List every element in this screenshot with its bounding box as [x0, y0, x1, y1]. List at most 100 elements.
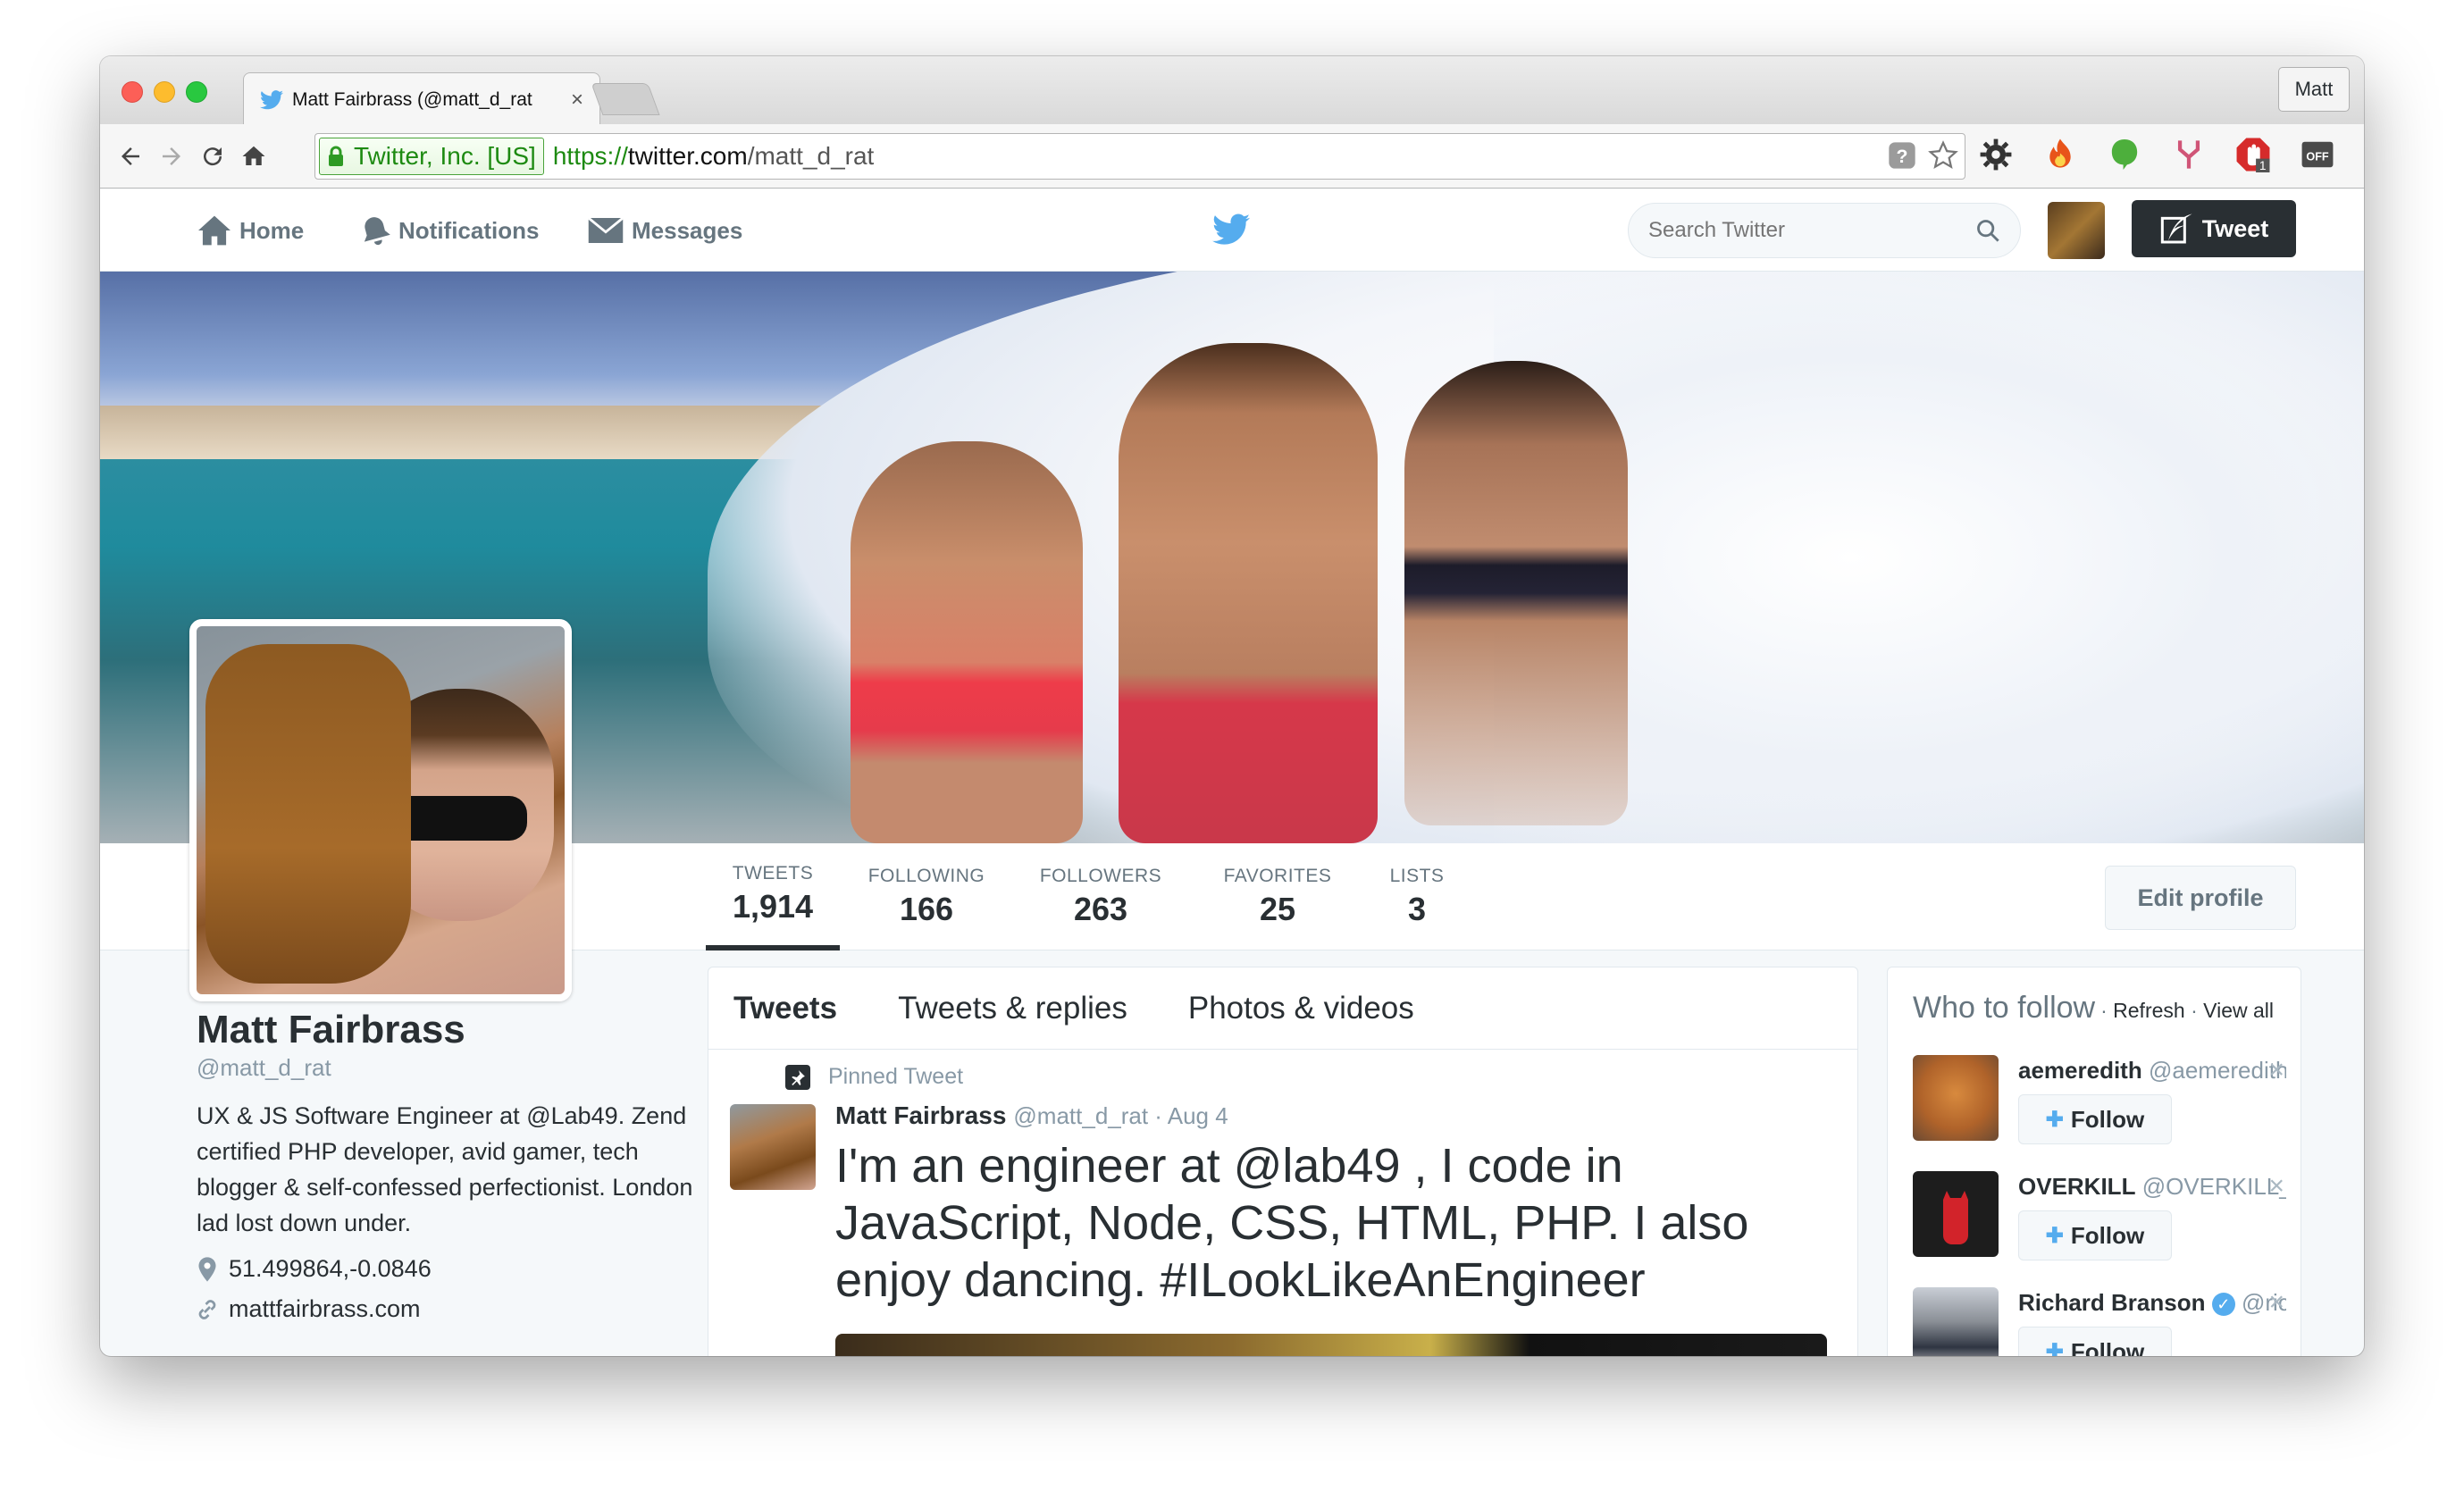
bio-mention-link[interactable]: @Lab49: [526, 1102, 618, 1129]
suggestion-avatar[interactable]: [1913, 1055, 1999, 1141]
nav-notifications[interactable]: Notifications: [359, 189, 539, 272]
banner-shoreline: [100, 406, 833, 459]
pin-icon: [785, 1064, 810, 1090]
suggestion-name-line[interactable]: aemeredith @aemeredith: [2018, 1057, 2286, 1084]
suggestion-name-line[interactable]: OVERKILL @OVERKILL_TM: [2018, 1173, 2286, 1201]
follow-person-icon: ✚: [2045, 1339, 2064, 1357]
suggestion-item: OVERKILL @OVERKILL_TM × ✚Follow: [1913, 1171, 2288, 1278]
stat-favorites[interactable]: FAVORITES 25: [1208, 843, 1347, 950]
evernote-extension-icon[interactable]: [2105, 135, 2144, 174]
twitter-logo-icon[interactable]: [1212, 213, 1250, 247]
stat-label: TWEETS: [732, 863, 814, 883]
pinned-tweet-label: Pinned Tweet: [785, 1064, 963, 1090]
suggestion-avatar[interactable]: [1913, 1287, 1999, 1356]
stat-tweets[interactable]: TWEETS 1,914: [706, 843, 840, 950]
edit-profile-button[interactable]: Edit profile: [2105, 866, 2296, 930]
location-pin-icon: [198, 1256, 216, 1282]
suggestion-name: OVERKILL: [2018, 1173, 2136, 1200]
url-text[interactable]: https://twitter.com/matt_d_rat: [553, 142, 875, 171]
stat-followers[interactable]: FOLLOWERS 263: [1029, 843, 1172, 950]
tab-tweets-and-replies[interactable]: Tweets & replies: [898, 991, 1127, 1026]
search-box[interactable]: [1628, 203, 2021, 258]
home-icon: [198, 215, 230, 246]
tweet-compose-button[interactable]: Tweet: [2132, 200, 2296, 257]
help-icon[interactable]: ?: [1886, 139, 1918, 172]
browser-tab[interactable]: Matt Fairbrass (@matt_d_rat ×: [243, 72, 600, 126]
tab-photos-and-videos[interactable]: Photos & videos: [1188, 991, 1414, 1026]
user-avatar[interactable]: [2048, 202, 2105, 259]
fork-extension-icon[interactable]: [2169, 135, 2208, 174]
bell-icon: [364, 217, 390, 246]
suggestion-avatar[interactable]: [1913, 1171, 1999, 1257]
follow-button[interactable]: ✚ Follow: [2018, 1327, 2172, 1356]
suggestion-item: Richard Branson ✓ @richa... × ✚ Follow: [1913, 1287, 2288, 1356]
ev-label: Twitter, Inc. [US]: [354, 142, 536, 170]
fire-extension-icon[interactable]: [2041, 135, 2080, 174]
profile-bio: UX & JS Software Engineer at @Lab49. Zen…: [197, 1098, 697, 1241]
forward-icon[interactable]: [154, 138, 189, 174]
tweet-author-name[interactable]: Matt Fairbrass: [835, 1101, 1006, 1130]
zoom-window-button[interactable]: [186, 81, 207, 103]
tweet-media[interactable]: [835, 1334, 1827, 1356]
wtf-title: Who to follow: [1913, 991, 2096, 1025]
location-text[interactable]: 51.499864,-0.0846: [229, 1255, 432, 1283]
browser-profile-button[interactable]: Matt: [2278, 67, 2350, 112]
suggestion-name-line[interactable]: Richard Branson ✓ @richa...: [2018, 1289, 2286, 1317]
dismiss-icon[interactable]: ×: [2268, 1287, 2284, 1318]
reload-icon[interactable]: [195, 138, 230, 174]
back-icon[interactable]: [113, 138, 148, 174]
nav-messages-label: Messages: [632, 216, 743, 244]
close-window-button[interactable]: [122, 81, 143, 103]
search-input[interactable]: [1648, 218, 1975, 243]
stat-value: 1,914: [732, 888, 814, 925]
tab-close-icon[interactable]: ×: [571, 88, 583, 113]
view-all-link[interactable]: View all: [2203, 999, 2274, 1022]
nav-messages[interactable]: Messages: [587, 189, 742, 272]
tweet-meta[interactable]: @matt_d_rat · Aug 4: [1013, 1102, 1228, 1130]
banner-person: [851, 441, 1083, 843]
website-link[interactable]: mattfairbrass.com: [229, 1295, 421, 1323]
lock-icon: [329, 146, 343, 166]
twitter-bird-icon: [260, 89, 283, 109]
twitter-top-nav: Home Notifications Messages Tweet: [100, 189, 2364, 272]
browser-window: Matt Fairbrass (@matt_d_rat × Matt Twitt…: [100, 56, 2364, 1356]
url-scheme: https://: [552, 142, 628, 170]
minimize-window-button[interactable]: [154, 81, 175, 103]
stat-label: LISTS: [1389, 866, 1445, 886]
adblock-extension-icon[interactable]: 1: [2234, 135, 2273, 174]
dismiss-icon[interactable]: ×: [2268, 1055, 2284, 1085]
pinned-text: Pinned Tweet: [828, 1064, 964, 1089]
new-tab-button[interactable]: [591, 83, 660, 115]
tweet-text: I'm an engineer at @lab49 , I code in Ja…: [835, 1139, 1749, 1307]
timeline-tabs: Tweets Tweets & replies Photos & videos: [708, 967, 1857, 1050]
off-toggle-extension-icon[interactable]: OFF: [2298, 135, 2337, 174]
dismiss-icon[interactable]: ×: [2268, 1171, 2284, 1202]
wtf-links: · Refresh · View all: [2100, 999, 2274, 1023]
menu-hamburger-icon[interactable]: [2362, 135, 2364, 174]
nav-home[interactable]: Home: [197, 189, 304, 272]
tweet-author-avatar[interactable]: [730, 1104, 816, 1190]
profile-name[interactable]: Matt Fairbrass: [197, 1008, 697, 1052]
stat-following[interactable]: FOLLOWING 166: [859, 843, 993, 950]
follow-button[interactable]: ✚ Follow: [2018, 1094, 2172, 1144]
home-icon[interactable]: [236, 138, 272, 174]
who-to-follow-panel: Who to follow · Refresh · View all aemer…: [1887, 967, 2301, 1356]
url-host: twitter.com: [627, 142, 748, 170]
settings-gear-icon[interactable]: [1976, 135, 2016, 174]
follow-label: Follow: [2070, 1221, 2145, 1249]
address-bar[interactable]: Twitter, Inc. [US] https://twitter.com/m…: [314, 133, 1965, 180]
ev-certificate-badge[interactable]: Twitter, Inc. [US]: [319, 138, 544, 175]
suggestion-item: aemeredith @aemeredith × ✚ Follow: [1913, 1055, 2288, 1162]
search-icon[interactable]: [1975, 218, 2000, 243]
profile-avatar[interactable]: [189, 619, 572, 1001]
tweets-timeline: Tweets Tweets & replies Photos & videos …: [708, 967, 1858, 1356]
tab-tweets[interactable]: Tweets: [733, 991, 837, 1026]
banner-person: [1119, 343, 1378, 843]
svg-text:?: ?: [1896, 146, 1907, 167]
suggestion-handle: @OVERKILL_TM: [2141, 1173, 2286, 1200]
bookmark-star-icon[interactable]: [1927, 139, 1959, 172]
stat-lists[interactable]: LISTS 3: [1372, 843, 1462, 950]
refresh-link[interactable]: Refresh: [2113, 999, 2185, 1022]
profile-handle[interactable]: @matt_d_rat: [197, 1054, 697, 1082]
follow-button[interactable]: ✚ Follow: [2018, 1210, 2172, 1260]
